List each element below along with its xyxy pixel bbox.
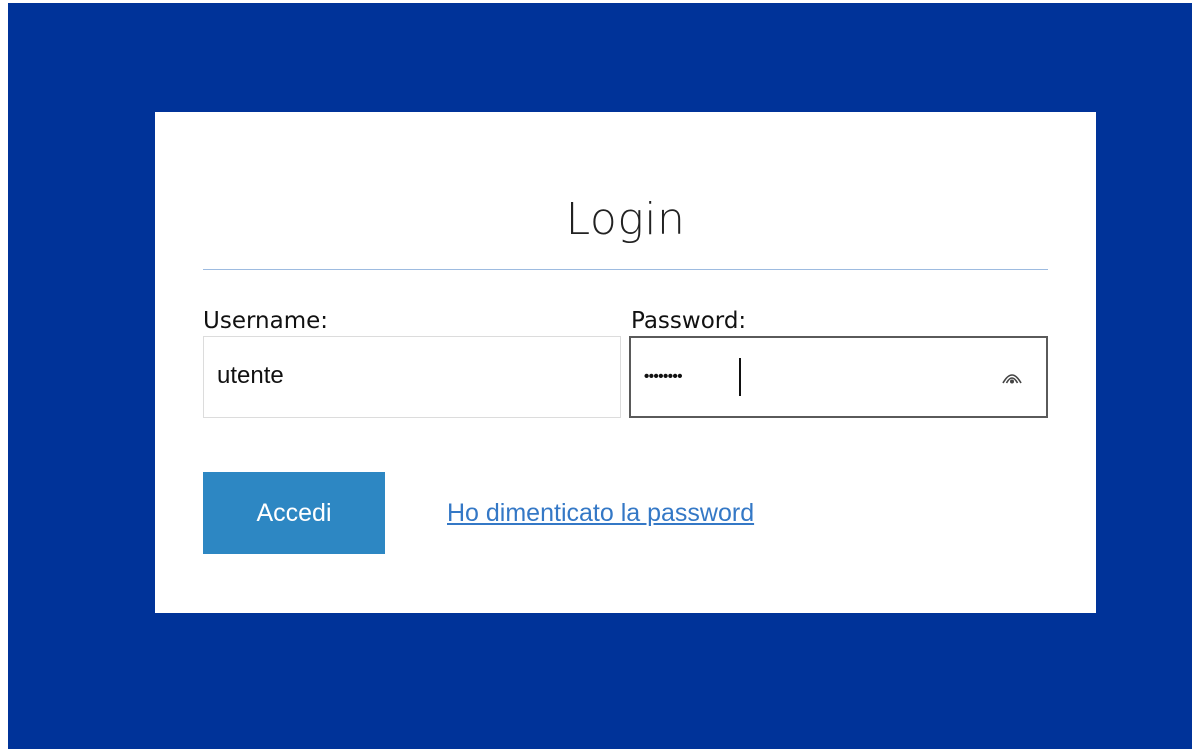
username-field[interactable]: utente — [203, 336, 621, 418]
title-divider — [203, 269, 1048, 270]
password-field[interactable]: •••••••• — [629, 336, 1048, 418]
page-background: Login Username: utente Password: •••••••… — [8, 3, 1192, 749]
password-value: •••••••• — [644, 368, 683, 385]
username-value: utente — [217, 362, 284, 389]
forgot-password-link[interactable]: Ho dimenticato la password — [447, 498, 754, 528]
password-label: Password: — [631, 308, 747, 334]
page-title: Login — [565, 194, 686, 245]
reveal-password-icon[interactable] — [1000, 368, 1024, 386]
username-label: Username: — [203, 308, 328, 334]
login-button[interactable]: Accedi — [203, 472, 385, 554]
text-caret — [739, 358, 741, 396]
login-card: Login Username: utente Password: •••••••… — [155, 112, 1096, 613]
